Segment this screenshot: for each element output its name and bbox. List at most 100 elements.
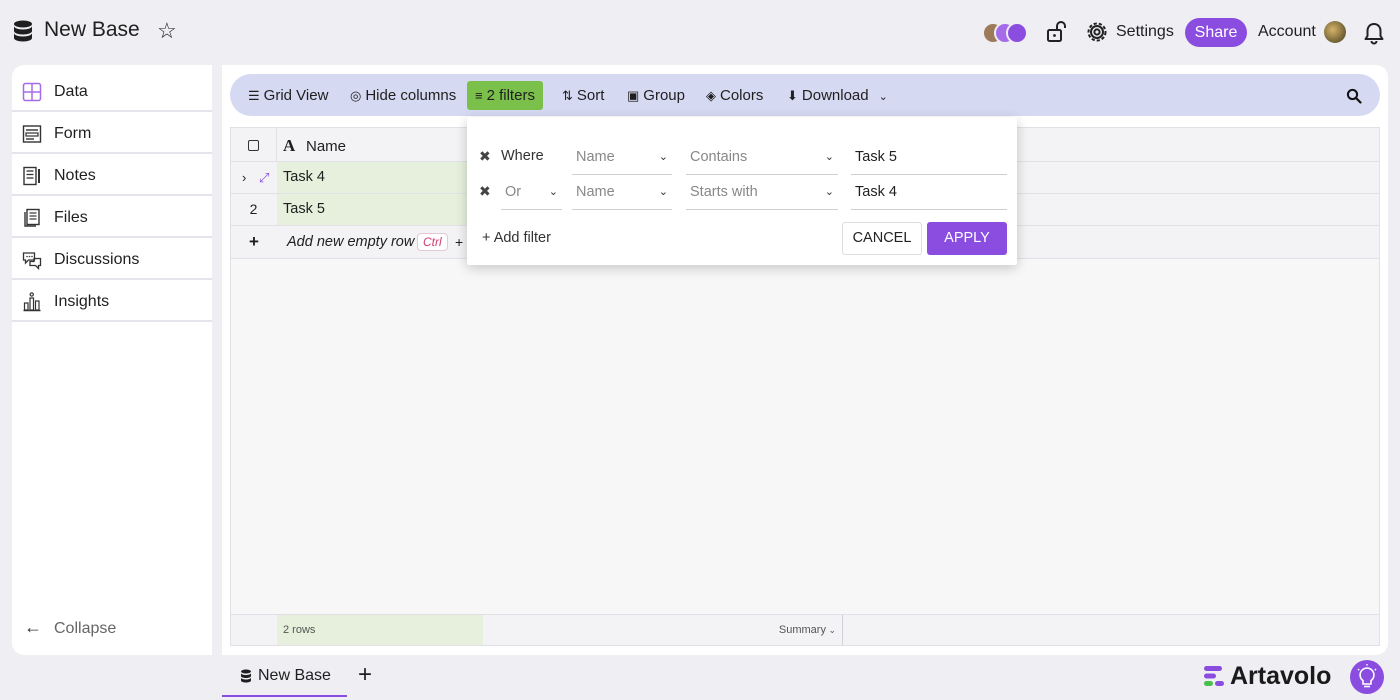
chevron-down-icon: ⌄ (548, 186, 558, 198)
grid-icon (22, 82, 42, 102)
grid-footer: 2 rows Summary ⌄ (231, 614, 1379, 645)
shortcut-plus: + (455, 234, 464, 250)
add-filter-button[interactable]: + Add filter (482, 230, 551, 246)
sidebar-item-label: Insights (54, 293, 110, 310)
remove-filter-icon[interactable]: ✖ (479, 148, 491, 165)
plus-icon[interactable]: + (249, 232, 259, 252)
sidebar-item-data[interactable]: Data (12, 72, 212, 112)
settings-link[interactable]: Settings (1116, 23, 1174, 41)
expand-row-icon[interactable]: ⤢ (259, 162, 269, 193)
share-button[interactable]: Share (1185, 18, 1247, 47)
database-icon (241, 669, 251, 683)
divider (276, 128, 277, 162)
download-icon: ⬇ (787, 88, 798, 103)
filter-icon: ≡ (475, 88, 483, 103)
tab-label: New Base (258, 667, 331, 684)
base-title[interactable]: New Base (44, 18, 140, 42)
chevron-down-icon: ⌄ (824, 186, 834, 198)
sidebar-item-insights[interactable]: Insights (12, 282, 212, 322)
filter-conjunction-select[interactable]: Or ⌄ (501, 175, 562, 210)
download-button[interactable]: ⬇ Download ⌄ (787, 81, 888, 110)
filters-label: 2 filters (486, 87, 535, 104)
sidebar-item-files[interactable]: Files (12, 198, 212, 238)
hide-columns-button[interactable]: ◎ Hide columns (350, 81, 456, 110)
eye-off-icon: ◎ (350, 88, 362, 103)
filter-row: ✖ Or ⌄ Name ⌄ Starts with ⌄ Task 4 (467, 175, 1017, 210)
filter-operator-select[interactable]: Contains ⌄ (686, 140, 838, 175)
row-count: 2 rows (277, 615, 483, 645)
name-cell[interactable]: Task 5 (277, 194, 483, 225)
download-label: Download (801, 87, 869, 104)
chevron-right-icon[interactable]: › (242, 162, 246, 193)
chevron-down-icon: ⌄ (658, 186, 668, 198)
bell-icon[interactable] (1363, 21, 1385, 45)
avatar (1006, 22, 1028, 44)
sidebar-item-label: Data (54, 83, 88, 100)
remove-filter-icon[interactable]: ✖ (479, 183, 491, 200)
star-icon[interactable]: ☆ (157, 20, 177, 42)
filter-operator-select[interactable]: Starts with ⌄ (686, 175, 838, 210)
filter-conjunction-value: Or (505, 184, 522, 200)
help-button[interactable] (1350, 660, 1384, 694)
chevron-down-icon: ⌄ (824, 151, 834, 163)
account-link[interactable]: Account (1258, 23, 1316, 41)
chevron-down-icon: ⌄ (878, 91, 888, 103)
palette-icon: ◈ (706, 88, 716, 103)
avatar[interactable] (1324, 21, 1346, 43)
group-button[interactable]: ▣ Group (627, 81, 685, 110)
gear-icon[interactable] (1085, 20, 1109, 44)
sidebar-item-form[interactable]: Form (12, 114, 212, 154)
unlock-icon[interactable] (1046, 21, 1066, 43)
sidebar-item-label: Discussions (54, 251, 140, 268)
filter-operator-value: Contains (690, 149, 748, 165)
group-label: Group (643, 87, 685, 104)
menu-icon: ☰ (248, 88, 260, 103)
grid-view-button[interactable]: ☰ Grid View (248, 81, 328, 110)
name-cell[interactable]: Task 4 (277, 162, 483, 193)
chevron-down-icon: ⌄ (658, 151, 668, 163)
sort-button[interactable]: ⇅ Sort (562, 81, 604, 110)
filter-value-input[interactable]: Task 5 (851, 140, 1007, 175)
row-number: 2 (249, 201, 258, 217)
sidebar-item-notes[interactable]: Notes (12, 156, 212, 196)
sort-label: Sort (576, 87, 605, 104)
view-toolbar: ☰ Grid View ◎ Hide columns ≡ 2 filters ⇅ Sor… (230, 74, 1380, 116)
filter-field-select[interactable]: Name ⌄ (572, 140, 672, 175)
top-bar: New Base ☆ Settings Share Account (0, 0, 1400, 64)
add-tab-button[interactable]: + (358, 663, 372, 687)
select-all-checkbox[interactable] (248, 140, 259, 151)
arrow-left-icon: ← (24, 617, 42, 637)
filter-popup: ✖ Where Name ⌄ Contains ⌄ Task 5 ✖ Or ⌄ Nam… (467, 117, 1017, 265)
filter-row: ✖ Where Name ⌄ Contains ⌄ Task 5 (467, 140, 1017, 175)
cancel-button[interactable]: CANCEL (842, 222, 922, 255)
sidebar-item-discussions[interactable]: Discussions (12, 240, 212, 280)
hide-columns-label: Hide columns (365, 87, 457, 104)
files-icon (24, 208, 40, 227)
sort-icon: ⇅ (562, 88, 573, 103)
filter-value-input[interactable]: Task 4 (851, 175, 1007, 210)
add-row-label[interactable]: Add new empty row (287, 234, 414, 250)
discussions-icon (22, 252, 42, 270)
column-header-name[interactable]: Name (306, 138, 346, 155)
text-field-icon: A (283, 136, 296, 155)
grid-view-label: Grid View (263, 87, 329, 104)
sidebar-item-label: Files (54, 209, 88, 226)
sidebar-item-label: Form (54, 125, 92, 142)
filter-field-select[interactable]: Name ⌄ (572, 175, 672, 210)
summary-label: Summary (778, 624, 826, 636)
row-gutter[interactable]: › ⤢ (231, 162, 276, 193)
lightbulb-icon (1357, 664, 1377, 688)
filter-operator-value: Starts with (690, 184, 758, 200)
group-icon: ▣ (627, 88, 640, 103)
notes-icon (23, 166, 40, 186)
summary-dropdown[interactable]: Summary ⌄ (483, 615, 843, 645)
filter-field-value: Name (576, 184, 615, 200)
tab-new-base[interactable]: New Base (222, 656, 347, 697)
collaborator-avatars[interactable] (982, 22, 1030, 44)
colors-button[interactable]: ◈ Colors (706, 81, 763, 110)
sidebar-item-label: Notes (54, 167, 96, 184)
apply-button[interactable]: APPLY (927, 222, 1007, 255)
search-icon[interactable] (1346, 88, 1362, 104)
filters-button[interactable]: ≡ 2 filters (467, 81, 543, 110)
collapse-sidebar-button[interactable]: ← Collapse (24, 617, 116, 638)
